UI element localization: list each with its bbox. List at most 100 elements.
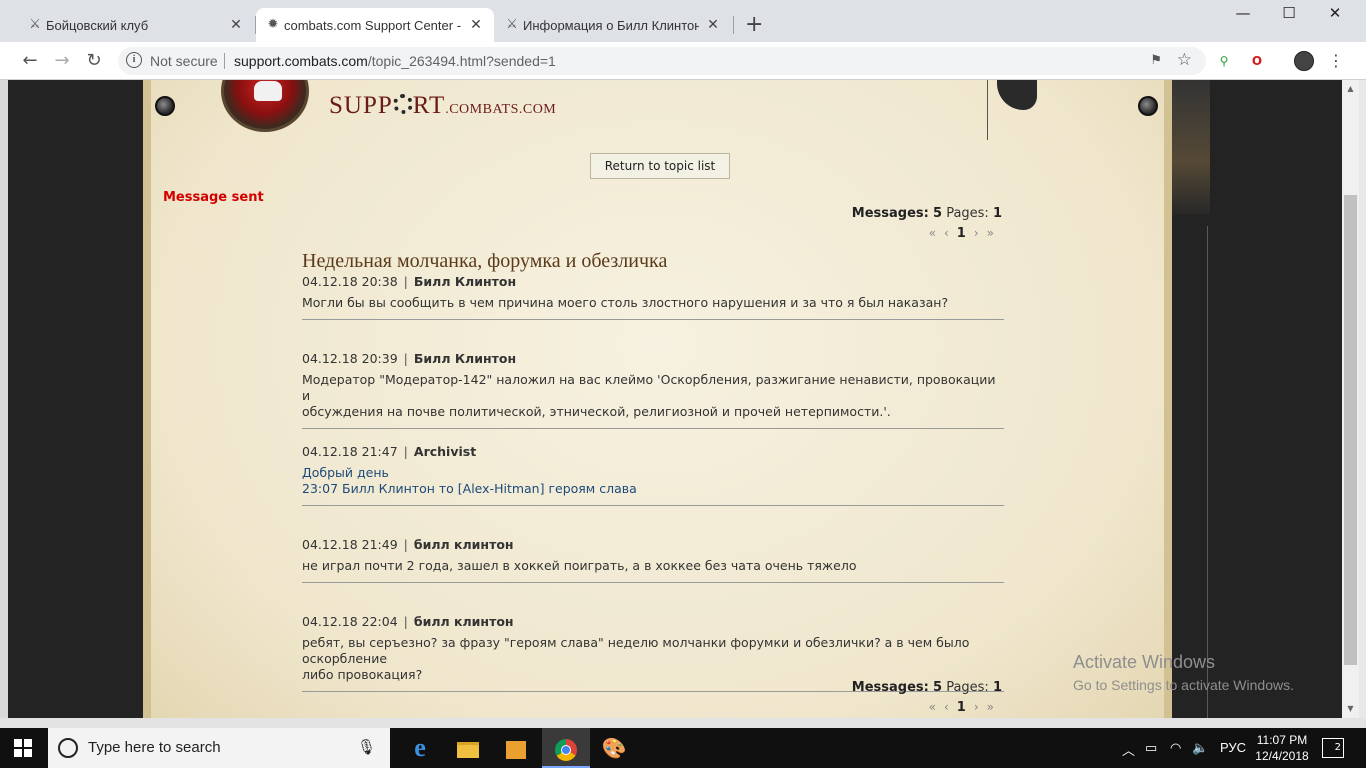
address-bar[interactable]: i Not secure support.combats.com/topic_2… bbox=[118, 47, 1206, 75]
system-clock[interactable]: 11:07 PM 12/4/2018 bbox=[1252, 732, 1312, 764]
volume-icon[interactable]: 🔈 bbox=[1192, 740, 1208, 756]
close-icon[interactable]: ✕ bbox=[705, 17, 721, 33]
chevron-up-icon[interactable]: ︿ bbox=[1122, 740, 1135, 759]
post-author[interactable]: билл клинтон bbox=[414, 614, 514, 629]
close-icon[interactable]: ✕ bbox=[468, 17, 484, 33]
logo-text-part: RT bbox=[412, 92, 446, 119]
swords-icon: ⚔ bbox=[506, 17, 518, 32]
post-author[interactable]: Archivist bbox=[414, 444, 476, 459]
pager-first[interactable]: « bbox=[929, 226, 936, 240]
opera-icon[interactable]: O bbox=[1247, 51, 1267, 71]
scroll-up-icon[interactable]: ▲ bbox=[1342, 82, 1359, 96]
pages-label: Pages: bbox=[946, 206, 989, 221]
browser-toolbar: ← → ↻ i Not secure support.combats.com/t… bbox=[0, 42, 1366, 80]
new-tab-button[interactable]: + bbox=[745, 14, 763, 36]
messages-count: Messages: 5 Pages: 1 bbox=[852, 206, 1002, 221]
fist-icon bbox=[254, 81, 282, 101]
search-placeholder: Type here to search bbox=[88, 739, 221, 756]
watermark-subtitle: Go to Settings to activate Windows. bbox=[1073, 677, 1294, 693]
vertical-scrollbar[interactable]: ▲ ▼ bbox=[1342, 80, 1359, 718]
pager-bottom: « ‹ 1 › » bbox=[921, 700, 994, 715]
pages-label: Pages: bbox=[946, 680, 989, 695]
page-left-edge bbox=[0, 80, 8, 718]
watermark-title: Activate Windows bbox=[1073, 652, 1216, 672]
pages-value: 1 bbox=[992, 206, 1002, 221]
pager-last[interactable]: » bbox=[987, 226, 994, 240]
scrollbar-thumb[interactable] bbox=[1344, 195, 1357, 665]
notifications-icon[interactable]: 2 bbox=[1322, 738, 1344, 758]
post-body: Модератор "Модератор-142" наложил на вас… bbox=[302, 372, 1004, 420]
paint-icon[interactable]: 🎨 bbox=[590, 728, 638, 768]
pager-last[interactable]: » bbox=[987, 700, 994, 714]
forward-arrow-icon[interactable]: → bbox=[50, 49, 74, 73]
pager-next[interactable]: › bbox=[974, 226, 979, 240]
taskbar-search[interactable]: Type here to search 🎙 bbox=[48, 728, 390, 768]
window-right-edge bbox=[1359, 80, 1366, 718]
back-arrow-icon[interactable]: ← bbox=[18, 49, 42, 73]
messages-count-bottom: Messages: 5 Pages: 1 bbox=[852, 680, 1002, 695]
edge-icon[interactable]: e bbox=[396, 728, 444, 768]
post-author[interactable]: Билл Клинтон bbox=[414, 274, 516, 289]
reload-icon[interactable]: ↻ bbox=[82, 49, 106, 73]
post-date: 04.12.18 22:04 bbox=[302, 614, 398, 629]
post-meta: 04.12.18 21:47 | Archivist bbox=[302, 444, 477, 459]
post-author[interactable]: Билл Клинтон bbox=[414, 351, 516, 366]
post-author[interactable]: билл клинтон bbox=[414, 537, 514, 552]
post-date: 04.12.18 20:39 bbox=[302, 351, 398, 366]
clock-date: 12/4/2018 bbox=[1255, 749, 1309, 763]
messages-value: 5 bbox=[933, 206, 943, 221]
combats-emblem-icon[interactable] bbox=[221, 80, 309, 132]
chrome-icon[interactable] bbox=[542, 728, 590, 768]
close-window-button[interactable]: ✕ bbox=[1312, 4, 1358, 22]
security-label: Not secure bbox=[150, 53, 218, 69]
site-logo[interactable]: SUPP RT.COMBATS.COM bbox=[329, 92, 556, 120]
maximize-button[interactable]: ☐ bbox=[1266, 4, 1312, 22]
battery-icon[interactable]: ▭ bbox=[1145, 740, 1157, 756]
post-line: Модератор "Модератор-142" наложил на вас… bbox=[302, 372, 996, 403]
post-date: 04.12.18 21:49 bbox=[302, 537, 398, 552]
translate-icon[interactable]: ⚑ bbox=[1150, 53, 1162, 68]
logo-domain: .COMBATS.COM bbox=[445, 102, 557, 117]
pager-prev[interactable]: ‹ bbox=[944, 226, 949, 240]
gear-icon bbox=[392, 94, 413, 114]
microphone-icon[interactable]: 🎙 bbox=[357, 738, 376, 756]
tab-clinton-info[interactable]: ⚔ Информация о Билл Клинтон ✕ bbox=[495, 8, 731, 42]
post-line: Могли бы вы сообщить в чем причина моего… bbox=[302, 295, 949, 310]
post-meta: 04.12.18 20:38 | Билл Клинтон bbox=[302, 274, 517, 289]
messages-label: Messages: bbox=[851, 680, 929, 695]
file-explorer-icon[interactable] bbox=[444, 728, 492, 768]
info-icon[interactable]: i bbox=[126, 52, 142, 68]
profile-avatar[interactable] bbox=[1294, 51, 1314, 71]
media-player-icon[interactable] bbox=[492, 728, 540, 768]
pager-prev[interactable]: ‹ bbox=[944, 700, 949, 714]
return-to-topic-list-button[interactable]: Return to topic list bbox=[590, 153, 730, 179]
extension-search-icon[interactable]: ⚲ bbox=[1214, 51, 1234, 71]
language-indicator[interactable]: РУС bbox=[1220, 740, 1246, 755]
pager-next[interactable]: › bbox=[974, 700, 979, 714]
pages-value: 1 bbox=[992, 680, 1002, 695]
scroll-down-icon[interactable]: ▼ bbox=[1342, 702, 1359, 716]
tab-separator bbox=[733, 16, 734, 34]
messages-label: Messages: bbox=[851, 206, 929, 221]
tab-fight-club[interactable]: ⚔ Бойцовский клуб ✕ bbox=[18, 8, 254, 42]
wifi-icon[interactable]: ◠ bbox=[1170, 740, 1181, 756]
menu-dots-icon[interactable]: ⋮ bbox=[1326, 51, 1346, 71]
bookmark-star-icon[interactable]: ☆ bbox=[1177, 50, 1192, 70]
cortana-icon bbox=[58, 738, 78, 758]
windows-start-icon[interactable] bbox=[14, 739, 32, 757]
post-body: Могли бы вы сообщить в чем причина моего… bbox=[302, 295, 1004, 311]
minimize-button[interactable]: — bbox=[1220, 4, 1266, 22]
tab-support-center[interactable]: ✹ combats.com Support Center - s ✕ bbox=[256, 8, 494, 42]
close-icon[interactable]: ✕ bbox=[228, 17, 244, 33]
post-line: Добрый день bbox=[302, 465, 389, 480]
post-date: 04.12.18 21:47 bbox=[302, 444, 398, 459]
taskbar: Type here to search 🎙 e 🎨 ︿ ▭ ◠ 🔈 РУС 11… bbox=[0, 728, 1366, 768]
pager-current[interactable]: 1 bbox=[957, 226, 966, 241]
pager-first[interactable]: « bbox=[929, 700, 936, 714]
post-body: ребят, вы серъезно? за фразу "героям сла… bbox=[302, 635, 1004, 683]
messages-value: 5 bbox=[933, 680, 943, 695]
bolt-icon bbox=[155, 96, 175, 116]
clock-time: 11:07 PM bbox=[1256, 733, 1308, 747]
pager-current[interactable]: 1 bbox=[957, 700, 966, 715]
url-text[interactable]: support.combats.com/topic_263494.html?se… bbox=[234, 53, 556, 69]
